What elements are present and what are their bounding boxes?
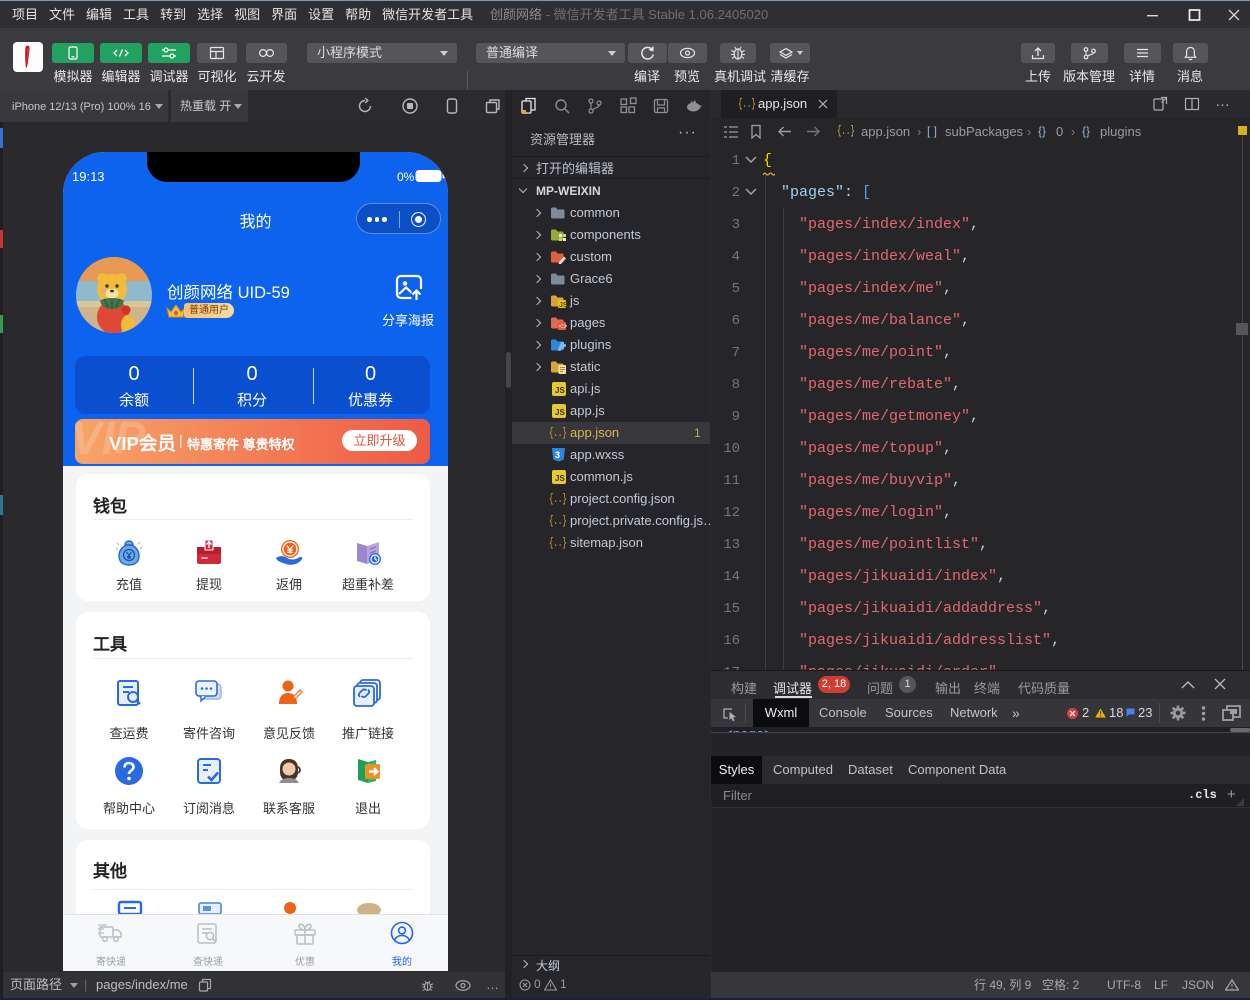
svg-text:JS: JS bbox=[555, 386, 565, 395]
svg-text:JS: JS bbox=[559, 302, 567, 308]
svg-text:3: 3 bbox=[555, 450, 560, 460]
svg-text:JS: JS bbox=[555, 408, 565, 417]
svg-text:<>: <> bbox=[559, 324, 567, 331]
svg-text:JS: JS bbox=[555, 474, 565, 483]
